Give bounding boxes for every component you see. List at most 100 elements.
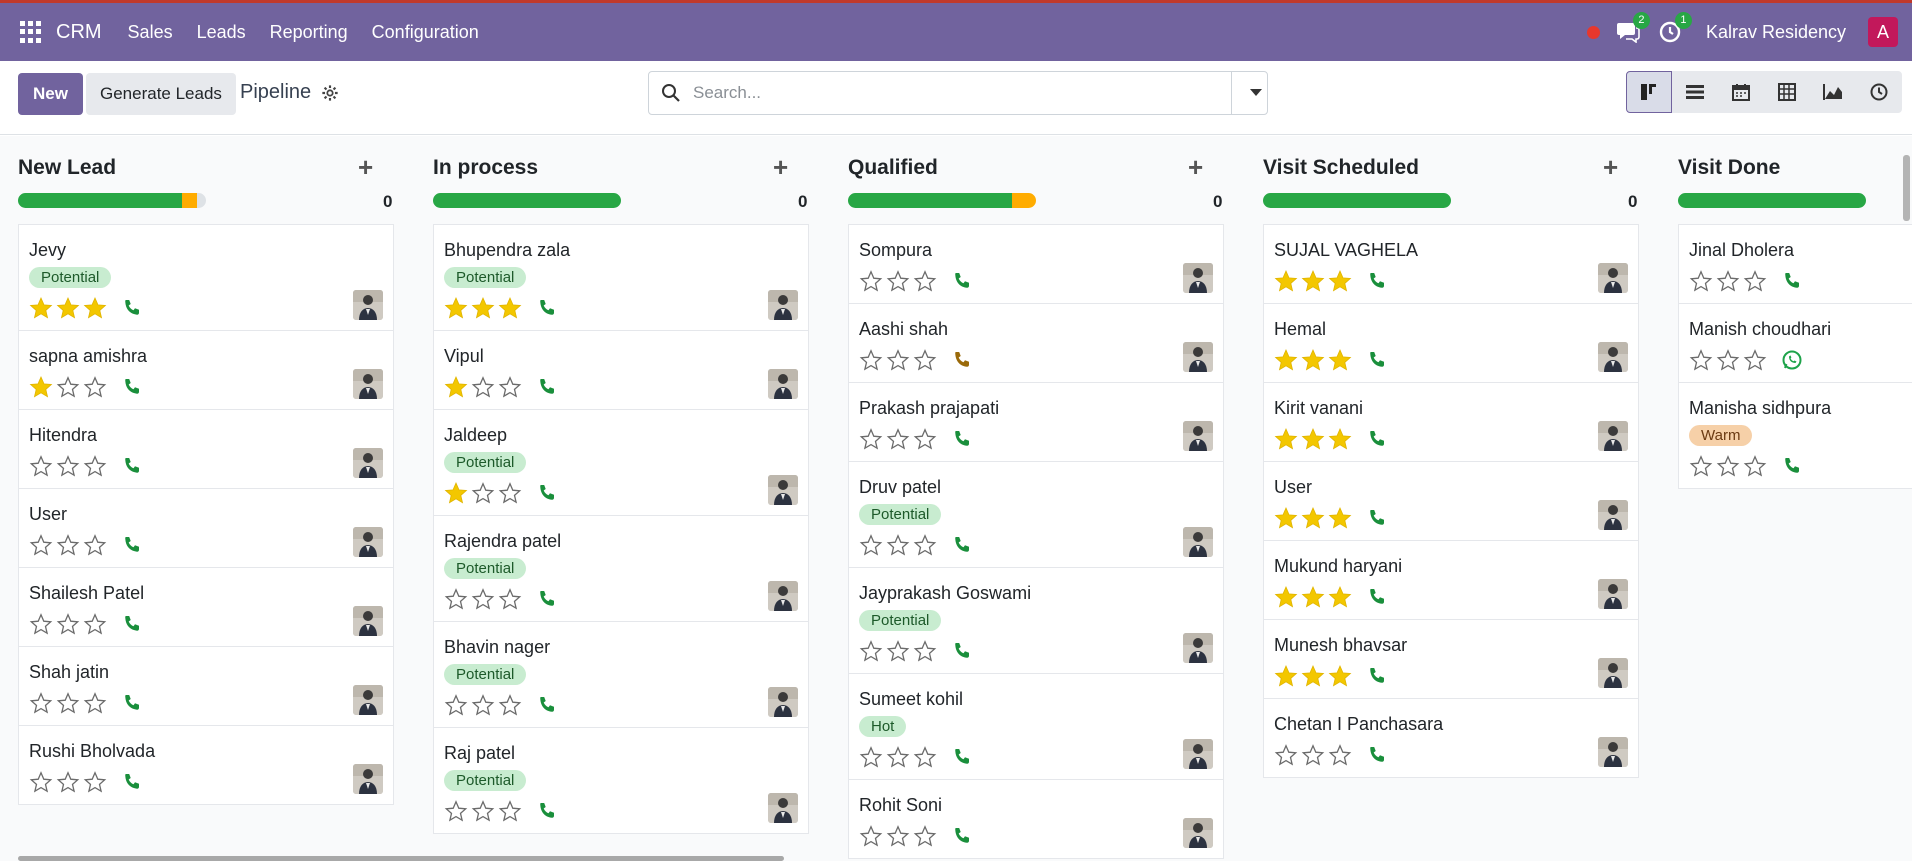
priority-star-icon[interactable] — [1328, 506, 1352, 530]
priority-star-icon[interactable] — [1274, 664, 1298, 688]
priority-star-icon[interactable] — [886, 348, 910, 372]
priority-star-icon[interactable] — [498, 481, 522, 505]
priority-star-icon[interactable] — [1743, 348, 1767, 372]
priority-star-icon[interactable] — [1274, 427, 1298, 451]
priority-star-icon[interactable] — [444, 296, 468, 320]
phone-icon[interactable] — [951, 640, 973, 662]
lead-card[interactable]: Manisha sidhpura Warm — [1678, 382, 1912, 489]
priority-star-icon[interactable] — [1301, 743, 1325, 767]
priority-star-icon[interactable] — [913, 533, 937, 557]
phone-icon[interactable] — [1366, 744, 1388, 766]
priority-star-icon[interactable] — [1328, 664, 1352, 688]
salesperson-avatar[interactable] — [768, 290, 798, 320]
priority-star-icon[interactable] — [1301, 427, 1325, 451]
app-brand[interactable]: CRM — [56, 21, 102, 44]
priority-star-icon[interactable] — [1301, 269, 1325, 293]
priority-star-icon[interactable] — [56, 375, 80, 399]
priority-star-icon[interactable] — [1274, 348, 1298, 372]
phone-icon[interactable] — [951, 825, 973, 847]
search-input[interactable] — [693, 83, 1213, 103]
phone-icon[interactable] — [536, 800, 558, 822]
phone-icon[interactable] — [536, 376, 558, 398]
priority-star-icon[interactable] — [859, 269, 883, 293]
priority-star-icon[interactable] — [444, 693, 468, 717]
lead-card[interactable]: Jevy Potential — [18, 224, 394, 331]
priority-star-icon[interactable] — [83, 770, 107, 794]
horizontal-scrollbar[interactable] — [18, 856, 784, 861]
messages-button[interactable]: 2 — [1614, 12, 1650, 46]
column-progress-bar[interactable] — [18, 193, 206, 208]
priority-star-icon[interactable] — [913, 745, 937, 769]
priority-star-icon[interactable] — [1274, 269, 1298, 293]
salesperson-avatar[interactable] — [1183, 421, 1213, 451]
phone-icon[interactable] — [1366, 586, 1388, 608]
salesperson-avatar[interactable] — [353, 527, 383, 557]
priority-star-icon[interactable] — [1274, 585, 1298, 609]
priority-star-icon[interactable] — [1716, 269, 1740, 293]
priority-star-icon[interactable] — [1716, 454, 1740, 478]
lead-card[interactable]: Shailesh Patel — [18, 567, 394, 647]
priority-star-icon[interactable] — [1743, 269, 1767, 293]
priority-star-icon[interactable] — [29, 770, 53, 794]
phone-icon[interactable] — [1781, 270, 1803, 292]
priority-star-icon[interactable] — [1301, 348, 1325, 372]
salesperson-avatar[interactable] — [1598, 500, 1628, 530]
generate-leads-button[interactable]: Generate Leads — [86, 73, 236, 115]
progress-segment-green[interactable] — [18, 193, 182, 208]
company-switcher[interactable]: Kalrav Residency — [1706, 22, 1846, 43]
lead-card[interactable]: Rajendra patel Potential — [433, 515, 809, 622]
column-progress-bar[interactable] — [433, 193, 621, 208]
priority-star-icon[interactable] — [444, 587, 468, 611]
priority-star-icon[interactable] — [29, 296, 53, 320]
priority-star-icon[interactable] — [859, 824, 883, 848]
priority-star-icon[interactable] — [56, 454, 80, 478]
user-avatar[interactable]: A — [1868, 17, 1898, 47]
priority-star-icon[interactable] — [859, 639, 883, 663]
lead-card[interactable]: Prakash prajapati — [848, 382, 1224, 462]
recording-dot-icon[interactable] — [1586, 25, 1600, 39]
priority-star-icon[interactable] — [886, 824, 910, 848]
apps-menu-icon[interactable] — [20, 21, 42, 43]
lead-card[interactable]: Rohit Soni — [848, 779, 1224, 859]
priority-star-icon[interactable] — [1328, 743, 1352, 767]
lead-card[interactable]: Sompura — [848, 224, 1224, 304]
priority-star-icon[interactable] — [56, 296, 80, 320]
priority-star-icon[interactable] — [1328, 269, 1352, 293]
column-title[interactable]: New Lead — [18, 156, 116, 180]
priority-star-icon[interactable] — [1716, 348, 1740, 372]
priority-star-icon[interactable] — [56, 691, 80, 715]
priority-star-icon[interactable] — [886, 427, 910, 451]
priority-star-icon[interactable] — [498, 296, 522, 320]
priority-star-icon[interactable] — [56, 612, 80, 636]
priority-star-icon[interactable] — [1689, 269, 1713, 293]
lead-card[interactable]: Sumeet kohil Hot — [848, 673, 1224, 780]
lead-card[interactable]: Aashi shah — [848, 303, 1224, 383]
activities-button[interactable]: 1 — [1656, 12, 1692, 46]
column-title[interactable]: In process — [433, 156, 538, 180]
priority-star-icon[interactable] — [498, 587, 522, 611]
priority-star-icon[interactable] — [471, 296, 495, 320]
salesperson-avatar[interactable] — [1598, 579, 1628, 609]
priority-star-icon[interactable] — [29, 454, 53, 478]
column-progress-bar[interactable] — [1678, 193, 1866, 208]
salesperson-avatar[interactable] — [353, 685, 383, 715]
nav-sales[interactable]: Sales — [128, 22, 173, 43]
lead-card[interactable]: Kirit vanani — [1263, 382, 1639, 462]
lead-card[interactable]: Druv patel Potential — [848, 461, 1224, 568]
priority-star-icon[interactable] — [83, 612, 107, 636]
priority-star-icon[interactable] — [1274, 506, 1298, 530]
priority-star-icon[interactable] — [1689, 454, 1713, 478]
priority-star-icon[interactable] — [859, 427, 883, 451]
salesperson-avatar[interactable] — [1183, 633, 1213, 663]
nav-leads[interactable]: Leads — [197, 22, 246, 43]
salesperson-avatar[interactable] — [353, 448, 383, 478]
salesperson-avatar[interactable] — [353, 369, 383, 399]
priority-star-icon[interactable] — [444, 799, 468, 823]
phone-icon[interactable] — [121, 297, 143, 319]
priority-star-icon[interactable] — [29, 691, 53, 715]
priority-star-icon[interactable] — [83, 454, 107, 478]
priority-star-icon[interactable] — [498, 693, 522, 717]
progress-segment-green[interactable] — [1678, 193, 1866, 208]
salesperson-avatar[interactable] — [1183, 739, 1213, 769]
new-button[interactable]: New — [18, 73, 83, 115]
